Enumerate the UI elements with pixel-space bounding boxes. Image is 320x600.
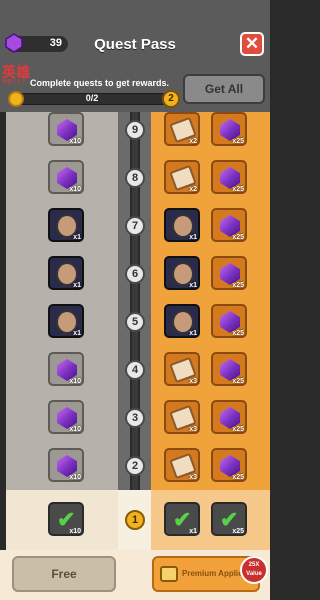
- reward-multiplier: x25: [232, 426, 244, 433]
- reward-multiplier: x1: [73, 234, 81, 241]
- premium-reward-slot[interactable]: x25: [211, 208, 247, 242]
- reward-multiplier: x1: [189, 234, 197, 241]
- level-node: 3: [125, 408, 145, 428]
- reward-multiplier: x10: [69, 378, 81, 385]
- reward-multiplier: x1: [73, 282, 81, 289]
- premium-reward-slot[interactable]: x2: [164, 160, 200, 194]
- reward-row: x1 5 x1 x25: [0, 298, 270, 348]
- reward-multiplier: x1: [189, 282, 197, 289]
- reward-row: x1 6 x1 x25: [0, 250, 270, 300]
- claimed-free-reward[interactable]: ✔ x10: [48, 502, 84, 536]
- close-button[interactable]: ✕: [240, 32, 264, 56]
- free-reward-slot[interactable]: x10: [48, 160, 84, 194]
- reward-multiplier: x3: [189, 474, 197, 481]
- completed-row: ✔ x10 1 ✔ x1 ✔ x25: [6, 490, 270, 550]
- free-reward-slot[interactable]: x1: [48, 304, 84, 338]
- quest-subtitle: Complete quests to get rewards.: [30, 78, 170, 88]
- free-reward-slot[interactable]: x10: [48, 352, 84, 386]
- premium-reward-slot[interactable]: x25: [211, 112, 247, 146]
- reward-row: x10 4 x3 x25: [0, 346, 270, 396]
- premium-reward-slot[interactable]: x25: [211, 400, 247, 434]
- premium-reward-slot[interactable]: x3: [164, 400, 200, 434]
- premium-reward-slot[interactable]: x25: [211, 160, 247, 194]
- page-title: Quest Pass: [94, 36, 176, 53]
- reward-multiplier: x3: [189, 426, 197, 433]
- premium-reward-slot[interactable]: x1: [164, 208, 200, 242]
- gem-icon: [5, 33, 23, 53]
- reward-multiplier: x25: [232, 186, 244, 193]
- watermark-sub: 英雄 1 9 9: [2, 79, 25, 85]
- crown-icon: [160, 566, 178, 582]
- level-node: 8: [125, 168, 145, 188]
- reward-row: x10 2 x3 x25: [0, 442, 270, 492]
- reward-multiplier: x1: [189, 528, 197, 535]
- value-badge-multiplier: 25X: [248, 562, 260, 568]
- level-node: 2: [125, 456, 145, 476]
- gem-counter: 39: [5, 33, 68, 53]
- reward-multiplier: x10: [69, 186, 81, 193]
- level-node: 6: [125, 264, 145, 284]
- reward-multiplier: x1: [189, 330, 197, 337]
- premium-reward-slot[interactable]: x25: [211, 304, 247, 338]
- premium-reward-slot[interactable]: x3: [164, 352, 200, 386]
- progress-text: 0/2: [85, 93, 99, 103]
- free-tier-button[interactable]: Free: [12, 556, 116, 592]
- reward-multiplier: x2: [189, 186, 197, 193]
- reward-multiplier: x25: [232, 282, 244, 289]
- free-reward-slot[interactable]: x10: [48, 400, 84, 434]
- reward-multiplier: x25: [232, 474, 244, 481]
- premium-reward-slot[interactable]: x25: [211, 256, 247, 290]
- free-reward-slot[interactable]: x10: [48, 112, 84, 146]
- premium-reward-slot[interactable]: x1: [164, 256, 200, 290]
- quest-progress-bar: 0/2: [8, 90, 176, 108]
- level-node: 9: [125, 120, 145, 140]
- reward-multiplier: x3: [189, 378, 197, 385]
- pass-footer: Free Premium Applied 25X Value: [0, 550, 270, 600]
- level-node: 7: [125, 216, 145, 236]
- free-reward-slot[interactable]: x10: [48, 448, 84, 482]
- premium-reward-slot[interactable]: x2: [164, 112, 200, 146]
- value-badge: 25X Value: [240, 556, 268, 584]
- reward-row: x10 8 x2 x25: [0, 154, 270, 204]
- level-node-1: 1: [125, 510, 145, 530]
- value-badge-label: Value: [246, 571, 262, 577]
- quest-pass-header: 39 Quest Pass ✕ 英雄 英雄 1 9 9 Complete que…: [0, 0, 270, 112]
- reward-multiplier: x25: [232, 528, 244, 535]
- claimed-premium-reward-1[interactable]: ✔ x1: [164, 502, 200, 536]
- premium-reward-slot[interactable]: x25: [211, 352, 247, 386]
- reward-row: x1 7 x1 x25: [0, 202, 270, 252]
- reward-multiplier: x25: [232, 234, 244, 241]
- close-icon: ✕: [244, 34, 260, 53]
- premium-reward-slot[interactable]: x1: [164, 304, 200, 338]
- level-node: 4: [125, 360, 145, 380]
- reward-multiplier: x25: [232, 330, 244, 337]
- premium-reward-slot[interactable]: x3: [164, 448, 200, 482]
- claimed-premium-reward-2[interactable]: ✔ x25: [211, 502, 247, 536]
- premium-reward-slot[interactable]: x25: [211, 448, 247, 482]
- reward-track[interactable]: x10 9 x2 x25 x10 8 x2 x25 x1 7 x1 x25 x1 6 x1 x25 x1 5 x1 x…: [0, 112, 270, 600]
- reward-multiplier: x25: [232, 378, 244, 385]
- reward-multiplier: x2: [189, 138, 197, 145]
- reward-multiplier: x10: [69, 426, 81, 433]
- free-reward-slot[interactable]: x1: [48, 208, 84, 242]
- reward-multiplier: x1: [73, 330, 81, 337]
- reward-multiplier: x25: [232, 138, 244, 145]
- reward-multiplier: x10: [69, 474, 81, 481]
- free-reward-slot[interactable]: x1: [48, 256, 84, 290]
- reward-multiplier: x10: [69, 528, 81, 535]
- get-all-button[interactable]: Get All: [183, 74, 265, 104]
- reward-multiplier: x10: [69, 138, 81, 145]
- reward-row: x10 3 x3 x25: [0, 394, 270, 444]
- reward-row: x10 9 x2 x25: [0, 112, 270, 156]
- level-node: 5: [125, 312, 145, 332]
- level-badge: 2: [162, 90, 180, 108]
